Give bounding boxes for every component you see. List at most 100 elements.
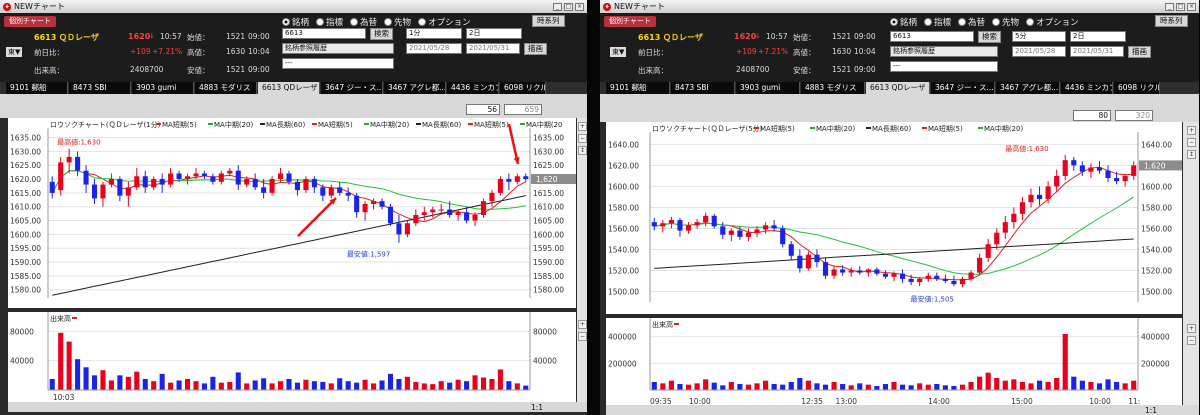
scale-icon[interactable]: ↕ <box>578 146 587 155</box>
candle-body <box>294 181 300 191</box>
zoom-in-icon[interactable]: + <box>1187 126 1196 135</box>
tab-4436[interactable]: 4436 ミンカブ <box>1061 82 1113 94</box>
span-select[interactable]: 2日 <box>1070 31 1126 42</box>
draw-button[interactable]: 描画 <box>1128 46 1151 58</box>
market-select[interactable]: 東▼ <box>610 47 627 57</box>
candle-body <box>413 215 419 224</box>
radio-futures[interactable]: 先物 <box>992 16 1019 28</box>
volume-bar <box>125 376 131 390</box>
radio-options[interactable]: オプション <box>418 16 471 28</box>
radio-fx[interactable]: 為替 <box>350 16 377 28</box>
scroll-bar[interactable] <box>606 405 1199 415</box>
date-to-input[interactable]: 2021/05/31 <box>466 43 520 54</box>
open-time: 09:00 <box>248 32 270 41</box>
zoom-out-icon[interactable]: − <box>1187 138 1196 147</box>
tab-6098[interactable]: 6098 リクルー... <box>1114 82 1160 94</box>
volume-zoom-in-icon[interactable]: + <box>578 320 587 329</box>
volume-chart: 出来高 80000 80000 40000 40000 10:03 <box>10 312 557 402</box>
volume-zoom-in-icon[interactable]: + <box>1187 324 1196 333</box>
close-icon[interactable]: × <box>575 2 584 11</box>
candle-body <box>311 179 317 188</box>
page-total: 659 <box>504 104 542 115</box>
radio-futures[interactable]: 先物 <box>384 16 411 28</box>
draw-button[interactable]: 描画 <box>524 43 547 55</box>
time-series-button[interactable]: 時系列 <box>532 15 565 27</box>
volume-label: 出来高： <box>34 66 64 75</box>
stock-code-input[interactable]: 6613 <box>890 31 974 42</box>
legend-entry: MA中期(20) <box>816 124 855 133</box>
radio-index[interactable]: 指標 <box>924 16 951 28</box>
sub-select[interactable]: --- <box>890 61 998 72</box>
candle-body <box>117 179 123 196</box>
zoom-out-icon[interactable]: − <box>578 134 587 143</box>
tab-9101[interactable]: 9101 郵船 <box>6 82 68 94</box>
radio-stock[interactable]: 銘柄 <box>890 16 917 28</box>
interval-select[interactable]: 5分 <box>1012 31 1066 42</box>
minimize-icon[interactable]: _ <box>1165 2 1174 11</box>
close-icon[interactable]: × <box>1187 2 1196 11</box>
tab-3647[interactable]: 3647 ジー・ス... <box>931 82 995 94</box>
candle-body <box>899 273 906 279</box>
individual-chart-button[interactable]: 個別チャート <box>4 16 56 27</box>
tab-9101[interactable]: 9101 郵船 <box>606 82 670 94</box>
candle-body <box>354 195 360 213</box>
volume-bar <box>805 380 811 390</box>
tab-8473[interactable]: 8473 SBI <box>69 82 131 94</box>
stock-code-input[interactable]: 6613 <box>282 28 366 39</box>
sub-select[interactable]: --- <box>282 58 394 69</box>
candle-body <box>362 203 368 213</box>
candle-body <box>142 176 148 188</box>
radio-fx[interactable]: 為替 <box>958 16 985 28</box>
tab-6098[interactable]: 6098 リクルー... <box>500 82 546 94</box>
zoom-in-icon[interactable]: + <box>578 122 587 131</box>
tab-3647[interactable]: 3647 ジー・ス... <box>321 82 383 94</box>
volume-zoom-out-icon[interactable]: − <box>578 332 587 341</box>
history-select[interactable]: 銘柄参照履歴 <box>282 43 394 54</box>
radio-index[interactable]: 指標 <box>316 16 343 28</box>
tab-4883[interactable]: 4883 モダリス <box>801 82 865 94</box>
tab-3467[interactable]: 3467 アグレ都... <box>384 82 446 94</box>
tab-6613[interactable]: 6613 QDレーザ <box>866 82 930 94</box>
maximize-icon[interactable]: □ <box>1176 2 1185 11</box>
scale-icon[interactable]: ↕ <box>1187 150 1196 159</box>
low-label: 安値： <box>187 66 210 75</box>
search-button[interactable]: 検索 <box>978 31 1001 43</box>
volume-bar <box>968 382 974 390</box>
volume-bar <box>754 383 760 390</box>
page-current-input[interactable]: 80 <box>1073 110 1111 121</box>
candle-body <box>472 215 478 221</box>
interval-select[interactable]: 1分 <box>406 28 462 39</box>
candle-body <box>959 278 966 285</box>
span-select[interactable]: 2日 <box>466 28 522 39</box>
minimize-icon[interactable]: _ <box>553 2 562 11</box>
time-series-button[interactable]: 時系列 <box>1155 15 1188 27</box>
history-select[interactable]: 銘柄参照履歴 <box>890 46 998 57</box>
page-current-input[interactable]: 56 <box>466 104 500 115</box>
candle-body <box>227 170 233 174</box>
tab-3467[interactable]: 3467 アグレ都... <box>996 82 1060 94</box>
search-button[interactable]: 検索 <box>370 28 393 40</box>
candle-body <box>455 212 461 215</box>
tab-3903[interactable]: 3903 gumi <box>736 82 800 94</box>
volume-bar <box>942 385 948 390</box>
maximize-icon[interactable]: □ <box>564 2 573 11</box>
tab-4436[interactable]: 4436 ミンカブ <box>447 82 499 94</box>
radio-stock[interactable]: 銘柄 <box>282 16 309 28</box>
market-select[interactable]: 東▼ <box>6 47 23 57</box>
individual-chart-button[interactable]: 個別チャート <box>604 16 656 27</box>
candle-body <box>379 201 385 207</box>
date-to-input[interactable]: 2021/05/31 <box>1070 46 1124 57</box>
tab-3903[interactable]: 3903 gumi <box>132 82 194 94</box>
tab-8473[interactable]: 8473 SBI <box>671 82 735 94</box>
volume-zoom-out-icon[interactable]: − <box>1187 336 1196 345</box>
candle-body <box>1088 167 1094 172</box>
tab-4883[interactable]: 4883 モダリス <box>195 82 257 94</box>
radio-options[interactable]: オプション <box>1026 16 1079 28</box>
date-from-input[interactable]: 2021/05/28 <box>1012 46 1066 57</box>
scroll-bar[interactable] <box>8 402 587 412</box>
volume-bar <box>668 380 674 390</box>
title-bar: ✦ NEWチャート _ □ × <box>600 0 1199 13</box>
date-from-input[interactable]: 2021/05/28 <box>406 43 462 54</box>
volume-bar <box>396 379 402 390</box>
tab-6613[interactable]: 6613 QDレーザ <box>258 82 320 94</box>
